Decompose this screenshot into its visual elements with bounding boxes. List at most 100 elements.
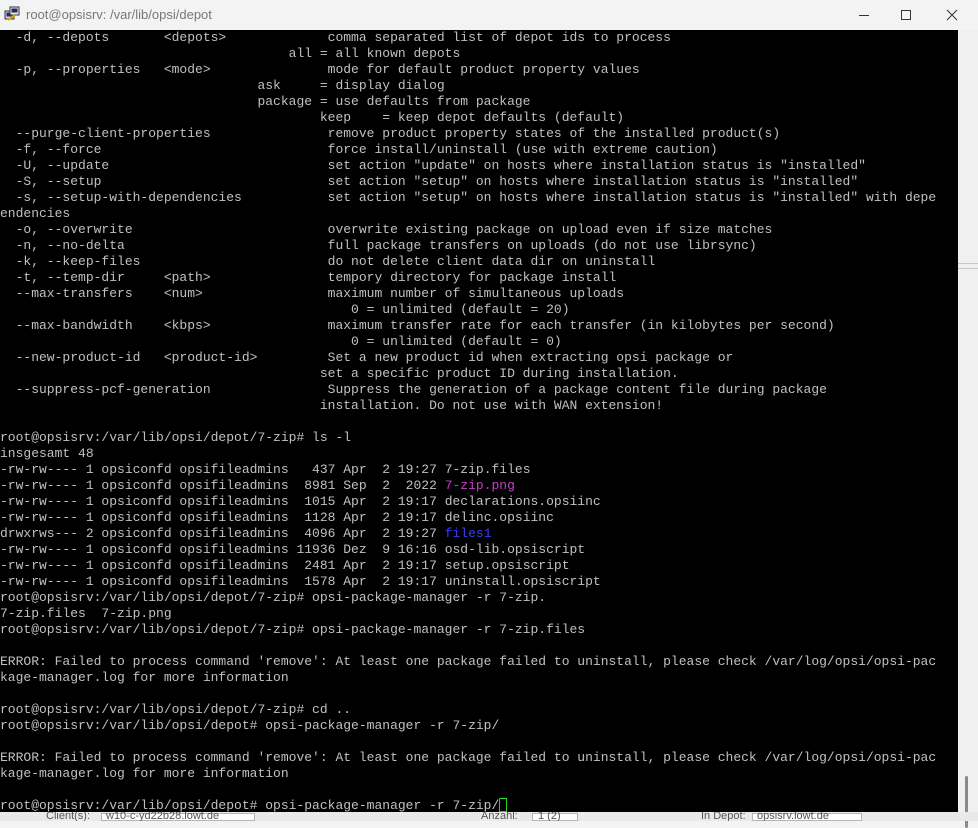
terminal-line-text: 0 = unlimited (default = 20) bbox=[0, 302, 570, 317]
terminal-line-text: --purge-client-properties remove product… bbox=[0, 126, 781, 141]
terminal-line-text: -n, --no-delta full package transfers on… bbox=[0, 238, 757, 253]
minimize-button[interactable] bbox=[841, 0, 887, 30]
terminal-line: drwxrws--- 2 opsiconfd opsifileadmins 40… bbox=[0, 526, 958, 542]
terminal-line: installation. Do not use with WAN extens… bbox=[0, 398, 958, 414]
file-name: 7-zip.files bbox=[444, 462, 531, 477]
title-bar[interactable]: root@opsisrv: /var/lib/opsi/depot bbox=[0, 0, 978, 30]
terminal-line: -U, --update set action "update" on host… bbox=[0, 158, 958, 174]
terminal-line-text: -o, --overwrite overwrite existing packa… bbox=[0, 222, 773, 237]
terminal-line-text: root@opsisrv:/var/lib/opsi/depot/7-zip# … bbox=[0, 702, 352, 717]
terminal-line-text: kage-manager.log for more information bbox=[0, 670, 289, 685]
terminal-line: kage-manager.log for more information bbox=[0, 766, 958, 782]
terminal-line: -k, --keep-files do not delete client da… bbox=[0, 254, 958, 270]
terminal-line: -rw-rw---- 1 opsiconfd opsifileadmins 89… bbox=[0, 478, 958, 494]
minimize-icon bbox=[859, 15, 869, 16]
close-icon bbox=[946, 9, 958, 21]
terminal-line: package = use defaults from package bbox=[0, 94, 958, 110]
depot-label: In Depot: bbox=[701, 812, 746, 821]
terminal-line-text: -p, --properties <mode> mode for default… bbox=[0, 62, 640, 77]
terminal-line-text: root@opsisrv:/var/lib/opsi/depot/7-zip# … bbox=[0, 622, 586, 637]
clients-value: w10-c-yd22b28.lowt.de bbox=[106, 812, 220, 821]
terminal-line: -rw-rw---- 1 opsiconfd opsifileadmins 15… bbox=[0, 574, 958, 590]
terminal-line: root@opsisrv:/var/lib/opsi/depot# opsi-p… bbox=[0, 718, 958, 734]
terminal-line: keep = keep depot defaults (default) bbox=[0, 110, 958, 126]
terminal-line: -rw-rw---- 1 opsiconfd opsifileadmins 10… bbox=[0, 494, 958, 510]
terminal-line-text: installation. Do not use with WAN extens… bbox=[0, 398, 664, 413]
terminal-line: --max-bandwidth <kbps> maximum transfer … bbox=[0, 318, 958, 334]
terminal-line: set a specific product ID during install… bbox=[0, 366, 958, 382]
scrollbar-tick bbox=[958, 263, 978, 264]
terminal-line-text: -rw-rw---- 1 opsiconfd opsifileadmins 15… bbox=[0, 574, 445, 589]
terminal-area[interactable]: -d, --depots <depots> comma separated li… bbox=[0, 30, 958, 812]
terminal-line: root@opsisrv:/var/lib/opsi/depot/7-zip# … bbox=[0, 702, 958, 718]
terminal-line-text: -S, --setup set action "setup" on hosts … bbox=[0, 174, 859, 189]
terminal-line-text: -rw-rw---- 1 opsiconfd opsifileadmins 24… bbox=[0, 558, 445, 573]
terminal-line-text: -rw-rw---- 1 opsiconfd opsifileadmins 89… bbox=[0, 478, 445, 493]
file-name: declarations.opsiinc bbox=[444, 494, 601, 509]
terminal-line: --max-transfers <num> maximum number of … bbox=[0, 286, 958, 302]
anzahl-value: 1 (2) bbox=[538, 812, 561, 821]
anzahl-label: Anzahl: bbox=[481, 812, 518, 821]
terminal-line: -rw-rw---- 1 opsiconfd opsifileadmins 24… bbox=[0, 558, 958, 574]
terminal-line: ask = display dialog bbox=[0, 78, 958, 94]
terminal-line-text: package = use defaults from package bbox=[0, 94, 531, 109]
terminal-line: root@opsisrv:/var/lib/opsi/depot/7-zip# … bbox=[0, 430, 958, 446]
terminal-line: --new-product-id <product-id> Set a new … bbox=[0, 350, 958, 366]
terminal-line: -t, --temp-dir <path> tempory directory … bbox=[0, 270, 958, 286]
terminal-output: -d, --depots <depots> comma separated li… bbox=[0, 30, 958, 812]
terminal-line-text: --max-transfers <num> maximum number of … bbox=[0, 286, 625, 301]
terminal-line-text: endencies bbox=[0, 206, 71, 221]
terminal-line: root@opsisrv:/var/lib/opsi/depot/7-zip# … bbox=[0, 590, 958, 606]
terminal-line: ERROR: Failed to process command 'remove… bbox=[0, 654, 958, 670]
terminal-line: -S, --setup set action "setup" on hosts … bbox=[0, 174, 958, 190]
file-name: setup.opsiscript bbox=[444, 558, 570, 573]
terminal-line-text: -t, --temp-dir <path> tempory directory … bbox=[0, 270, 617, 285]
terminal-line-text: insgesamt 48 bbox=[0, 446, 94, 461]
terminal-line: 0 = unlimited (default = 0) bbox=[0, 334, 958, 350]
terminal-line-text: keep = keep depot defaults (default) bbox=[0, 110, 625, 125]
terminal-line: --purge-client-properties remove product… bbox=[0, 126, 958, 142]
terminal-line-text: -rw-rw---- 1 opsiconfd opsifileadmins 11… bbox=[0, 542, 445, 557]
terminal-line: kage-manager.log for more information bbox=[0, 670, 958, 686]
depot-value: opsisrv.lowt.de bbox=[757, 812, 829, 821]
terminal-line-text: -U, --update set action "update" on host… bbox=[0, 158, 866, 173]
terminal-line-text: --suppress-pcf-generation Suppress the g… bbox=[0, 382, 827, 397]
terminal-line-text: ERROR: Failed to process command 'remove… bbox=[0, 750, 937, 765]
terminal-line: --suppress-pcf-generation Suppress the g… bbox=[0, 382, 958, 398]
file-name: uninstall.opsiscript bbox=[444, 574, 601, 589]
terminal-line-text: -k, --keep-files do not delete client da… bbox=[0, 254, 656, 269]
terminal-line-text: root@opsisrv:/var/lib/opsi/depot/7-zip# … bbox=[0, 430, 352, 445]
text-cursor bbox=[499, 798, 508, 812]
terminal-line: -rw-rw---- 1 opsiconfd opsifileadmins 43… bbox=[0, 462, 958, 478]
terminal-line: 7-zip.files 7-zip.png bbox=[0, 606, 958, 622]
image-file-name: 7-zip.png bbox=[444, 478, 515, 493]
terminal-line-text: -rw-rw---- 1 opsiconfd opsifileadmins 43… bbox=[0, 462, 445, 477]
terminal-line-text: ERROR: Failed to process command 'remove… bbox=[0, 654, 937, 669]
window-title: root@opsisrv: /var/lib/opsi/depot bbox=[26, 7, 212, 22]
maximize-button[interactable] bbox=[883, 0, 929, 30]
terminal-line-text: -rw-rw---- 1 opsiconfd opsifileadmins 10… bbox=[0, 494, 445, 509]
terminal-line-text: 7-zip.files 7-zip.png bbox=[0, 606, 172, 621]
terminal-line: -rw-rw---- 1 opsiconfd opsifileadmins 11… bbox=[0, 510, 958, 526]
terminal-line-text: drwxrws--- 2 opsiconfd opsifileadmins 40… bbox=[0, 526, 445, 541]
file-name: delinc.opsiinc bbox=[444, 510, 554, 525]
terminal-line: -p, --properties <mode> mode for default… bbox=[0, 62, 958, 78]
terminal-line-text: -d, --depots <depots> comma separated li… bbox=[0, 30, 671, 45]
terminal-line: -f, --force force install/uninstall (use… bbox=[0, 142, 958, 158]
terminal-line-text: --max-bandwidth <kbps> maximum transfer … bbox=[0, 318, 835, 333]
close-button[interactable] bbox=[929, 0, 975, 30]
terminal-line-text: root@opsisrv:/var/lib/opsi/depot/7-zip# … bbox=[0, 590, 547, 605]
directory-name: files1 bbox=[444, 526, 492, 541]
vertical-scrollbar[interactable] bbox=[958, 30, 978, 828]
terminal-line: 0 = unlimited (default = 20) bbox=[0, 302, 958, 318]
background-window-strip: Client(s): w10-c-yd22b28.lowt.de Anzahl:… bbox=[0, 812, 978, 821]
terminal-line-text: kage-manager.log for more information bbox=[0, 766, 289, 781]
terminal-line-text: -rw-rw---- 1 opsiconfd opsifileadmins 11… bbox=[0, 510, 445, 525]
terminal-line: ERROR: Failed to process command 'remove… bbox=[0, 750, 958, 766]
terminal-line-text: -s, --setup-with-dependencies set action… bbox=[0, 190, 937, 205]
terminal-line-text: root@opsisrv:/var/lib/opsi/depot# opsi-p… bbox=[0, 798, 500, 812]
